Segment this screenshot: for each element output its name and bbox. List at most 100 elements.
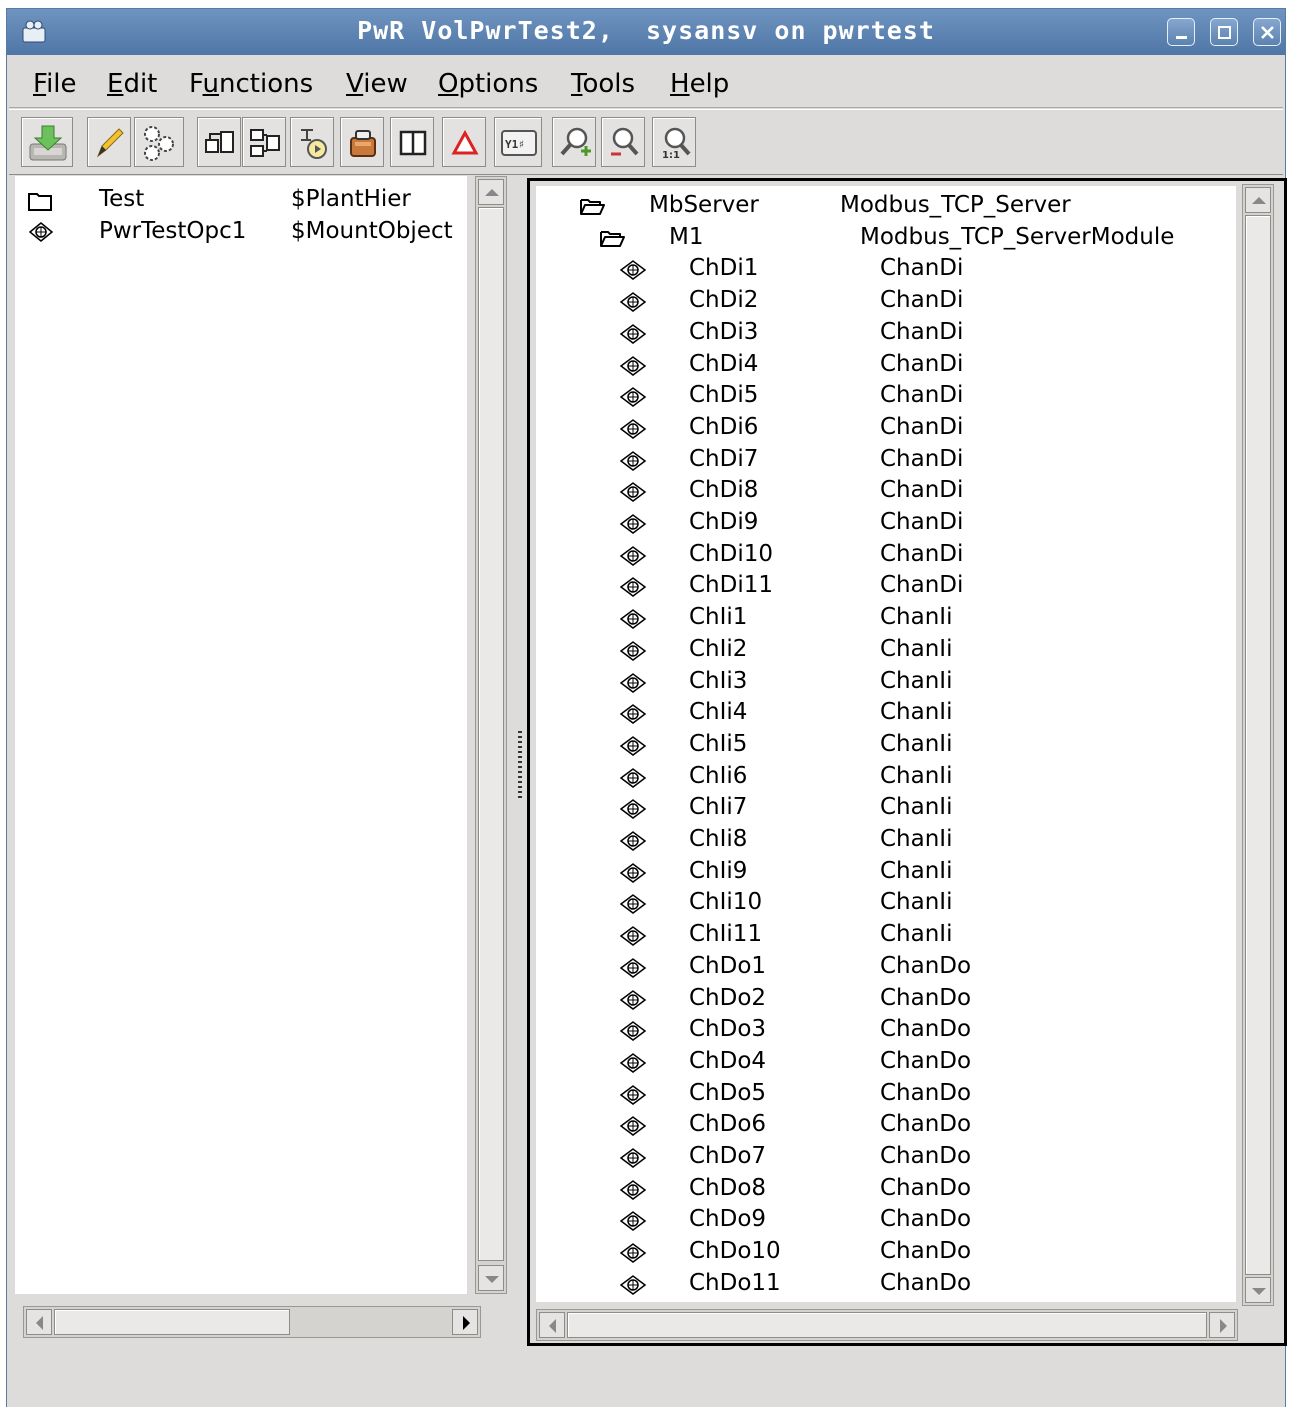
zoom-reset-button[interactable]: 1:1 bbox=[652, 117, 696, 167]
build-button[interactable]: Y1♯ bbox=[494, 117, 542, 167]
tree-row[interactable]: ChIi3 ChanIi bbox=[536, 668, 1236, 698]
tree-row[interactable]: ChDi11 ChanDi bbox=[536, 572, 1236, 602]
object-class: ChanDi bbox=[880, 445, 964, 472]
tree-row[interactable]: ChDo7 ChanDo bbox=[536, 1143, 1236, 1173]
tree-row[interactable]: ChDo6 ChanDo bbox=[536, 1111, 1236, 1141]
left-horizontal-scrollbar[interactable] bbox=[23, 1306, 481, 1338]
pane-splitter-handle[interactable] bbox=[518, 731, 522, 801]
zoom-out-button[interactable] bbox=[601, 117, 645, 167]
zoom-in-button[interactable] bbox=[552, 117, 596, 167]
left-vertical-scrollbar[interactable] bbox=[475, 176, 507, 1294]
tree-row[interactable]: ChIi8 ChanIi bbox=[536, 826, 1236, 856]
tree-row[interactable]: ChIi6 ChanIi bbox=[536, 763, 1236, 793]
object-class: ChanDi bbox=[880, 509, 964, 535]
save-button[interactable] bbox=[21, 117, 73, 167]
object-icon bbox=[619, 1116, 647, 1137]
title-bar[interactable]: PwR VolPwrTest2, sysansv on pwrtest bbox=[7, 9, 1285, 55]
tree-row[interactable]: ChIi5 ChanIi bbox=[536, 731, 1236, 761]
scroll-left-button[interactable] bbox=[26, 1309, 52, 1335]
object-class: ChanIi bbox=[880, 826, 953, 852]
tree-row[interactable]: ChDi2 ChanDi bbox=[536, 287, 1236, 317]
tree-row[interactable]: ChDi5 ChanDi bbox=[536, 382, 1236, 412]
tree-row[interactable]: ChIi4 ChanIi bbox=[536, 699, 1236, 729]
scroll-down-button[interactable] bbox=[478, 1265, 504, 1291]
menu-file[interactable]: File bbox=[33, 69, 77, 99]
scroll-up-button[interactable] bbox=[478, 179, 504, 205]
object-class: ChanDi bbox=[880, 382, 964, 409]
tree-row[interactable]: ChIi11 ChanIi bbox=[536, 921, 1236, 951]
tree-row[interactable]: ChDi3 ChanDi bbox=[536, 319, 1236, 349]
scroll-up-button[interactable] bbox=[1245, 187, 1271, 213]
arrow-up-icon bbox=[485, 189, 499, 196]
tree-row[interactable]: ChDi7 ChanDi bbox=[536, 446, 1236, 476]
tree-row[interactable]: ChDi4 ChanDi bbox=[536, 351, 1236, 381]
alarm-icon bbox=[451, 129, 479, 155]
tree-row[interactable]: ChIi7 ChanIi bbox=[536, 794, 1236, 824]
maximize-button[interactable] bbox=[1210, 18, 1238, 46]
svg-text:Y1♯: Y1♯ bbox=[505, 138, 525, 151]
scroll-down-button[interactable] bbox=[1245, 1277, 1271, 1303]
close-button[interactable] bbox=[1253, 18, 1281, 46]
right-vertical-scrollbar[interactable] bbox=[1242, 184, 1274, 1306]
open-plc-button[interactable] bbox=[242, 117, 286, 167]
tree-row[interactable]: ChDo3 ChanDo bbox=[536, 1016, 1236, 1046]
scroll-thumb[interactable] bbox=[478, 207, 504, 1261]
menu-options[interactable]: Options bbox=[438, 69, 538, 99]
tree-row[interactable]: ChIi10 ChanIi bbox=[536, 889, 1236, 919]
right-horizontal-scrollbar[interactable] bbox=[536, 1309, 1238, 1341]
menu-functions[interactable]: Functions bbox=[189, 69, 313, 99]
tree-row[interactable]: ChDo11 ChanDo bbox=[536, 1270, 1236, 1300]
tree-row[interactable]: ChDi6 ChanDi bbox=[536, 414, 1236, 444]
tree-row[interactable]: ChIi1 ChanIi bbox=[536, 604, 1236, 634]
object-icon bbox=[619, 292, 647, 313]
tree-row[interactable]: ChDo2 ChanDo bbox=[536, 985, 1236, 1015]
object-class: Modbus_TCP_ServerModule bbox=[860, 223, 1175, 250]
object-class: Modbus_TCP_Server bbox=[840, 192, 1071, 218]
tree-row[interactable]: ChDo5 ChanDo bbox=[536, 1080, 1236, 1110]
list-item[interactable]: PwrTestOpc1 $MountObject bbox=[15, 218, 467, 248]
node-hierarchy-list[interactable]: MbServer Modbus_TCP_Server M1 Modbus_TCP_Se… bbox=[536, 186, 1236, 1302]
scroll-right-button[interactable] bbox=[452, 1309, 478, 1335]
split-view-button[interactable] bbox=[390, 117, 434, 167]
open-object-button[interactable] bbox=[197, 117, 241, 167]
scroll-thumb[interactable] bbox=[54, 1309, 290, 1335]
scroll-right-button[interactable] bbox=[1209, 1312, 1235, 1338]
scroll-thumb[interactable] bbox=[1245, 215, 1271, 1275]
tree-row[interactable]: ChDo9 ChanDo bbox=[536, 1206, 1236, 1236]
plant-hierarchy-list[interactable]: Test $PlantHier PwrTestOpc1 $MountObject bbox=[15, 176, 467, 1294]
tree-row[interactable]: ChDo10 ChanDo bbox=[536, 1238, 1236, 1268]
object-name: ChIi2 bbox=[689, 635, 748, 662]
object-icon bbox=[619, 482, 647, 503]
tree-row[interactable]: M1 Modbus_TCP_ServerModule bbox=[536, 224, 1236, 254]
menu-view[interactable]: View bbox=[346, 69, 408, 99]
menu-edit[interactable]: Edit bbox=[107, 69, 157, 99]
object-icon bbox=[619, 989, 647, 1010]
list-item[interactable]: Test $PlantHier bbox=[15, 186, 467, 216]
tree-row[interactable]: ChDi8 ChanDi bbox=[536, 477, 1236, 507]
tree-row[interactable]: ChDi9 ChanDi bbox=[536, 509, 1236, 539]
object-icon bbox=[619, 450, 647, 471]
tree-row[interactable]: ChDo1 ChanDo bbox=[536, 953, 1236, 983]
scroll-left-button[interactable] bbox=[539, 1312, 565, 1338]
configure-button[interactable] bbox=[134, 117, 184, 167]
menu-help[interactable]: Help bbox=[670, 69, 729, 99]
tree-row[interactable]: MbServer Modbus_TCP_Server bbox=[536, 192, 1236, 222]
object-icon bbox=[619, 1148, 647, 1168]
edit-button[interactable] bbox=[87, 117, 131, 167]
tree-row[interactable]: ChIi9 ChanIi bbox=[536, 858, 1236, 888]
crossref-button[interactable] bbox=[340, 117, 384, 167]
tree-row[interactable]: ChIi2 ChanIi bbox=[536, 636, 1236, 666]
scroll-thumb[interactable] bbox=[567, 1312, 1207, 1338]
minimize-button[interactable] bbox=[1167, 18, 1195, 46]
object-icon bbox=[619, 577, 647, 598]
tree-row[interactable]: ChDo8 ChanDo bbox=[536, 1175, 1236, 1205]
menu-tools[interactable]: Tools bbox=[571, 69, 635, 99]
tree-row[interactable]: ChDi1 ChanDi bbox=[536, 255, 1236, 285]
maximize-icon bbox=[1218, 26, 1231, 39]
tree-row[interactable]: ChDi10 ChanDi bbox=[536, 541, 1236, 571]
trace-button[interactable] bbox=[290, 117, 334, 167]
alarm-button[interactable] bbox=[442, 117, 486, 167]
tree-row[interactable]: ChDo4 ChanDo bbox=[536, 1048, 1236, 1078]
arrow-left-icon bbox=[549, 1319, 556, 1333]
object-name: ChDi4 bbox=[689, 350, 759, 377]
